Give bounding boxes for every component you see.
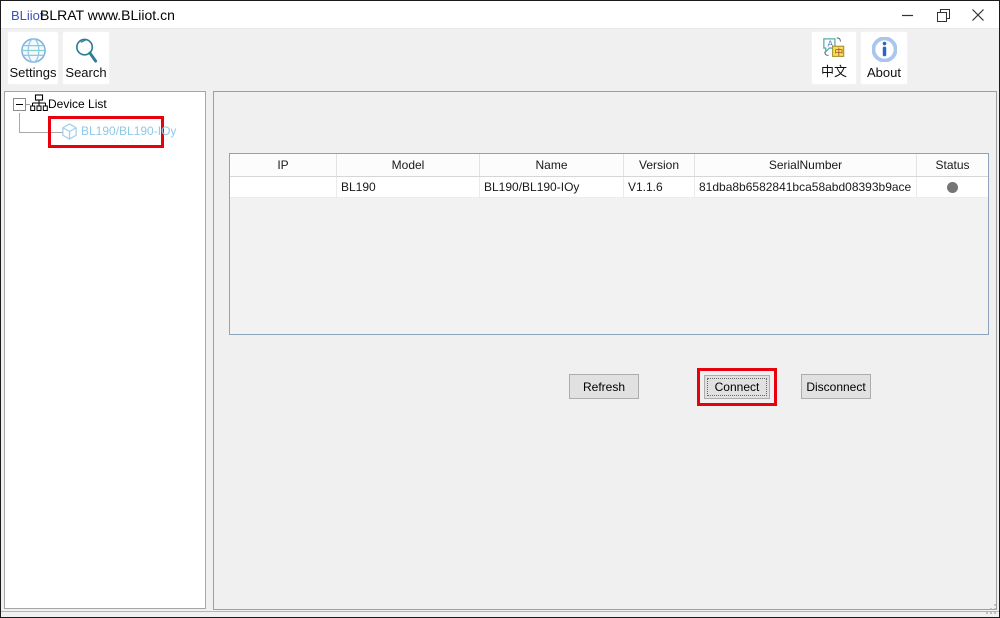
disconnect-button[interactable]: Disconnect — [801, 374, 871, 399]
svg-text:中: 中 — [834, 46, 843, 57]
main-panel: IP Model Name Version SerialNumber Statu… — [213, 91, 997, 610]
window-controls — [895, 1, 991, 29]
settings-button[interactable]: Settings — [7, 31, 59, 85]
column-header-version[interactable]: Version — [624, 154, 695, 176]
cell-ip — [230, 177, 337, 197]
device-tree-panel: Device List BL190/BL190-IOy — [4, 91, 206, 609]
about-label: About — [867, 65, 901, 80]
table-header-row: IP Model Name Version SerialNumber Statu… — [230, 154, 988, 177]
language-label: 中文 — [821, 61, 847, 80]
search-button[interactable]: Search — [62, 31, 110, 85]
collapse-toggle[interactable] — [13, 98, 26, 111]
statusbar-divider — [1, 611, 999, 612]
app-window: BLiiot BLRAT www.BLiiot.cn — [0, 0, 1000, 618]
search-label: Search — [65, 65, 106, 80]
cell-status — [917, 177, 988, 197]
translate-icon: A 中 — [820, 37, 848, 61]
close-button[interactable] — [965, 3, 991, 27]
tree-connector — [19, 113, 20, 133]
app-logo-text: BLiiot — [11, 8, 44, 23]
refresh-button[interactable]: Refresh — [569, 374, 639, 399]
restore-icon — [937, 9, 950, 22]
connect-button[interactable]: Connect — [704, 375, 770, 399]
sitemap-icon — [30, 94, 48, 112]
minimize-button[interactable] — [895, 3, 921, 27]
cube-icon — [61, 123, 78, 140]
cell-serialnumber: 81dba8b6582841bca58abd08393b9ace — [695, 177, 917, 197]
status-dot — [947, 182, 958, 193]
about-button[interactable]: About — [860, 31, 908, 85]
column-header-name[interactable]: Name — [480, 154, 624, 176]
column-header-ip[interactable]: IP — [230, 154, 337, 176]
tree-device-label: BL190/BL190-IOy — [81, 124, 176, 138]
globe-icon — [20, 37, 47, 64]
tree-root-row[interactable]: Device List — [5, 94, 205, 112]
column-header-status[interactable]: Status — [917, 154, 988, 176]
cell-name: BL190/BL190-IOy — [480, 177, 624, 197]
tree-root-label: Device List — [48, 97, 107, 111]
minimize-icon — [902, 9, 914, 21]
cell-version: V1.1.6 — [624, 177, 695, 197]
window-title: BLRAT www.BLiiot.cn — [40, 7, 175, 23]
close-icon — [972, 9, 984, 21]
resize-grip[interactable] — [984, 602, 997, 615]
search-icon — [73, 37, 100, 64]
cell-model: BL190 — [337, 177, 480, 197]
language-button[interactable]: A 中 中文 — [811, 31, 857, 85]
titlebar: BLiiot BLRAT www.BLiiot.cn — [1, 1, 999, 29]
settings-label: Settings — [10, 65, 57, 80]
tree-device-item[interactable]: BL190/BL190-IOy — [61, 121, 176, 141]
device-table: IP Model Name Version SerialNumber Statu… — [229, 153, 989, 335]
minus-icon — [16, 104, 23, 105]
info-icon — [872, 37, 897, 62]
restore-button[interactable] — [930, 3, 956, 27]
table-row[interactable]: BL190 BL190/BL190-IOy V1.1.6 81dba8b6582… — [230, 177, 988, 198]
column-header-model[interactable]: Model — [337, 154, 480, 176]
column-header-serialnumber[interactable]: SerialNumber — [695, 154, 917, 176]
